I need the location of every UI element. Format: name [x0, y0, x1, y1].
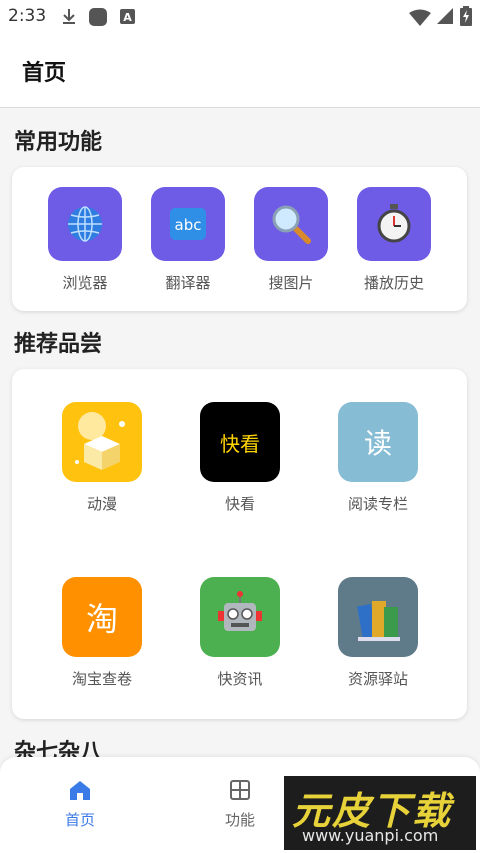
rec-label: 淘宝查卷	[71, 670, 132, 688]
func-label: 搜图片	[268, 274, 314, 292]
home-icon	[70, 781, 90, 800]
robot-icon	[200, 577, 280, 657]
func-icon-bg	[48, 187, 122, 261]
watermark: 元皮下载 www.yuanpi.com	[284, 776, 476, 850]
taobao-icon: 淘	[62, 577, 142, 657]
kuaikan-logo-icon: 快看	[200, 402, 280, 482]
rec-label: 阅读专栏	[347, 495, 408, 513]
func-item-browser[interactable]: 浏览器	[33, 187, 137, 293]
func-label: 播放历史	[363, 274, 424, 292]
func-item-play-history[interactable]: 播放历史	[342, 187, 446, 293]
func-icon-bg	[357, 187, 431, 261]
nav-label-home: 首页	[64, 811, 95, 829]
page-title: 首页	[22, 61, 67, 86]
wifi-icon	[409, 9, 431, 26]
recommend-card: 动漫 快看 快看 读 阅读专栏 淘 淘宝查卷 快资讯 资源驿站	[12, 369, 467, 719]
func-icon-bg: abc	[151, 187, 225, 261]
magnifier-icon	[272, 205, 311, 244]
rec-label: 资源驿站	[347, 670, 408, 688]
rec-item-kuaikan[interactable]: 快看 快看	[160, 402, 320, 514]
rec-label: 快资讯	[217, 670, 263, 688]
signal-icon	[437, 8, 453, 24]
globe-icon	[68, 206, 102, 242]
func-label: 浏览器	[62, 274, 108, 292]
rec-item-news[interactable]: 快资讯	[160, 577, 320, 689]
func-label: 翻译器	[165, 274, 211, 292]
abc-icon-text: abc	[175, 216, 202, 234]
books-icon	[338, 577, 418, 657]
rec-item-resources[interactable]: 资源驿站	[298, 577, 458, 689]
watermark-url: www.yuanpi.com	[302, 826, 439, 845]
battery-charging-icon	[460, 6, 472, 26]
svg-text:A: A	[123, 11, 132, 24]
rec-label: 快看	[224, 495, 255, 513]
section-title-common: 常用功能	[14, 130, 103, 155]
func-item-image-search[interactable]: 搜图片	[239, 187, 343, 293]
keyboard-a-icon: A	[120, 9, 135, 24]
section-title-recommend: 推荐品尝	[14, 332, 103, 357]
box-illustration-icon	[62, 402, 142, 482]
download-icon	[63, 9, 75, 24]
status-bar: 2:33 A	[0, 0, 480, 34]
rec-item-anime[interactable]: 动漫	[22, 402, 182, 514]
app-bar: 首页	[0, 34, 480, 108]
kuaikan-glyph: 快看	[220, 431, 260, 456]
grid-icon	[230, 780, 250, 800]
rec-item-reading[interactable]: 读 阅读专栏	[298, 402, 458, 514]
common-functions-card: 浏览器 abc 翻译器 搜图片 播放历史	[12, 167, 467, 311]
stopwatch-icon	[377, 204, 411, 243]
nav-item-functions[interactable]: 功能	[200, 779, 280, 830]
app-square-icon	[89, 8, 107, 26]
abc-icon: abc	[170, 208, 206, 240]
rec-label: 动漫	[86, 495, 117, 513]
nav-item-home[interactable]: 首页	[40, 779, 120, 830]
rec-item-taobao[interactable]: 淘 淘宝查卷	[22, 577, 182, 689]
read-icon: 读	[338, 402, 418, 482]
func-icon-bg	[254, 187, 328, 261]
func-item-translator[interactable]: abc 翻译器	[136, 187, 240, 293]
nav-label-functions: 功能	[224, 811, 255, 829]
taobao-glyph: 淘	[85, 600, 118, 638]
status-time: 2:33	[8, 6, 47, 26]
read-glyph: 读	[363, 427, 392, 460]
